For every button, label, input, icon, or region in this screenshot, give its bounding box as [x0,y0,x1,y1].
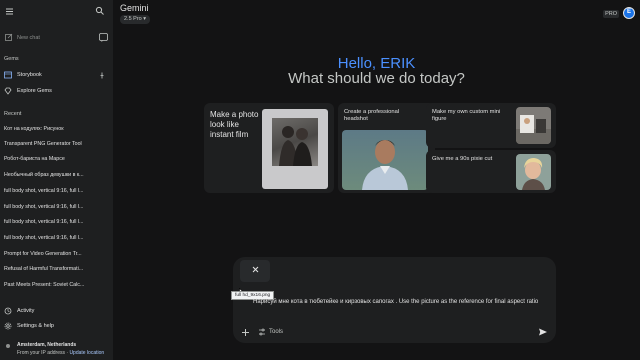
suggestion-card-headshot[interactable]: Create a professional headshot [338,103,435,193]
card-title: Give me a 90s pixie cut [432,156,493,162]
recent-chat-item[interactable]: Робот-бариста на Марсе [4,155,109,163]
main-area: Gemini 2.5 Pro ▾ PRO E Hello, ERIK What … [113,0,640,360]
close-icon[interactable] [251,265,260,274]
location-dot-icon [6,344,10,348]
location-name: Amsterdam, Netherlands [17,342,77,348]
plus-icon[interactable] [241,328,250,337]
avatar[interactable]: E [623,7,635,19]
edit-icon [5,33,13,41]
recent-chat-item[interactable]: Prompt for Video Generation Tr... [4,250,109,258]
suggestion-card-mini-figure[interactable]: Make my own custom mini figure [426,103,556,148]
mini-figure-image [516,107,551,144]
gem-item-explore[interactable]: Explore Gems [4,86,108,98]
polaroid-photo [272,118,318,166]
new-chat-button[interactable]: New chat [5,32,109,44]
recent-section-label: Recent [4,111,22,117]
pin-icon[interactable] [99,72,105,79]
new-chat-label: New chat [17,35,40,41]
sidebar-top [4,4,107,20]
activity-button[interactable]: Activity [4,307,108,317]
update-location-link[interactable]: Update location [69,350,104,356]
history-icon [4,307,12,315]
suggestion-card-pixie-cut[interactable]: Give me a 90s pixie cut [426,150,556,193]
recent-chat-item[interactable]: Past Meets Present: Soviet Calc... [4,281,109,289]
recent-chat-item[interactable]: Transparent PNG Generator Tool [4,140,109,148]
menu-icon[interactable] [5,7,14,16]
app-title: Gemini [120,3,149,13]
settings-label: Settings & help [17,323,54,329]
recent-chat-item[interactable]: Необычный образ девушки в к... [4,171,109,179]
suggestion-card-instant-film[interactable]: Make a photo look like instant film [204,103,334,193]
tools-icon [258,328,266,336]
storybook-icon [4,71,12,79]
model-selector[interactable]: 2.5 Pro ▾ [120,15,151,24]
card-title: Make a photo look like instant film [210,110,259,139]
prompt-composer[interactable]: full hd_9x16.png Нарисуй мне кота в тюбе… [231,257,556,343]
recent-chat-item[interactable]: full body shot, vertical 9:16, full l... [4,187,109,195]
recent-chat-item[interactable]: Refusal of Harmful Transformati... [4,265,109,273]
pro-badge: PRO [603,10,619,18]
location-source: From your IP address · Update location [17,350,104,356]
prompt-input[interactable]: Нарисуй мне кота в тюбетейке и кирзовых … [253,297,543,307]
gem-label: Storybook [17,72,42,78]
gear-icon [4,322,12,330]
card-title: Create a professional headshot [344,109,400,122]
sidebar: New chat Gems Storybook Explore Gems Rec… [0,0,113,360]
recent-chat-item[interactable]: full body shot, vertical 9:16, full l... [4,234,109,242]
search-icon[interactable] [95,6,105,16]
activity-label: Activity [17,308,35,314]
location-source-text: From your IP address [17,350,65,356]
gem-item-storybook[interactable]: Storybook [4,70,108,82]
settings-button[interactable]: Settings & help [4,322,108,332]
recent-chat-item[interactable]: full body shot, vertical 9:16, full l... [4,218,109,226]
send-icon[interactable] [538,327,548,337]
recent-chat-item[interactable]: Кот на кодулях: Рисунок [4,125,109,133]
greeting-question: What should we do today? [288,70,465,87]
pixie-cut-image [516,154,551,190]
diamond-icon [4,87,12,95]
gems-section-label: Gems [4,56,19,62]
temporary-chat-icon[interactable] [98,32,109,43]
headshot-image [342,130,428,190]
gem-label: Explore Gems [17,88,52,94]
card-title: Make my own custom mini figure [432,109,501,122]
attachment-thumbnail[interactable] [240,260,270,282]
tools-label: Tools [269,329,284,335]
polaroid-image [262,109,328,189]
recent-chat-item[interactable]: full body shot, vertical 9:16, full l... [4,203,109,211]
